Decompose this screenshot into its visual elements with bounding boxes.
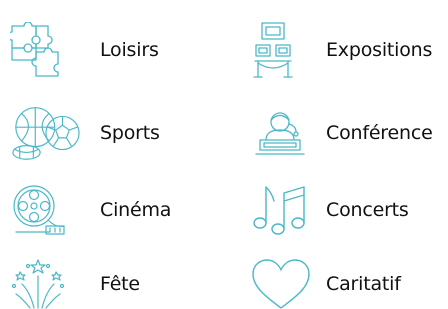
sports-balls-icon bbox=[10, 103, 80, 163]
category-concerts[interactable]: Concerts bbox=[250, 180, 448, 240]
category-conference[interactable]: Conférence bbox=[250, 103, 448, 163]
category-label: Conférence bbox=[326, 121, 433, 144]
category-label: Loisirs bbox=[100, 38, 159, 61]
category-caritatif[interactable]: Caritatif bbox=[250, 258, 448, 309]
category-grid: Loisirs Expositions Sports Conférence Ci… bbox=[0, 0, 448, 309]
category-label: Caritatif bbox=[326, 272, 401, 295]
puzzle-icon bbox=[10, 20, 80, 80]
fireworks-icon bbox=[10, 254, 80, 309]
category-expositions[interactable]: Expositions bbox=[250, 20, 448, 80]
speaker-podium-icon bbox=[250, 103, 320, 163]
heart-icon bbox=[250, 254, 320, 309]
category-cinema[interactable]: Cinéma bbox=[10, 180, 220, 240]
exhibition-icon bbox=[250, 20, 320, 80]
film-reel-icon bbox=[10, 180, 80, 240]
category-sports[interactable]: Sports bbox=[10, 103, 220, 163]
category-fete[interactable]: Fête bbox=[10, 258, 220, 309]
category-label: Fête bbox=[100, 272, 140, 295]
category-label: Cinéma bbox=[100, 198, 172, 221]
category-label: Sports bbox=[100, 121, 160, 144]
music-notes-icon bbox=[250, 180, 320, 240]
category-label: Concerts bbox=[326, 198, 409, 221]
category-label: Expositions bbox=[326, 38, 433, 61]
category-loisirs[interactable]: Loisirs bbox=[10, 20, 220, 80]
